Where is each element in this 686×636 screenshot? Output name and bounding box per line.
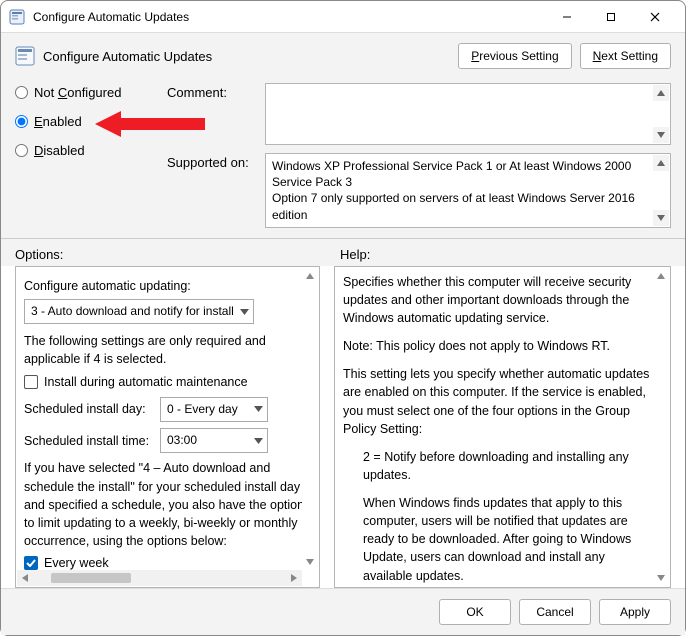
scheduled-day-label: Scheduled install day:: [24, 400, 152, 418]
state-radio-group: Not Configured Enabled Disabled: [15, 83, 155, 238]
comment-textarea[interactable]: [265, 83, 671, 145]
chevron-down-icon: [240, 309, 249, 315]
titlebar: Configure Automatic Updates: [1, 1, 685, 33]
help-text: 2 = Notify before downloading and instal…: [343, 448, 650, 484]
options-heading: Configure automatic updating:: [24, 277, 311, 295]
help-text: Note: This policy does not apply to Wind…: [343, 337, 650, 355]
options-pane: Configure automatic updating: 3 - Auto d…: [15, 266, 320, 588]
help-pane: Specifies whether this computer will rec…: [334, 266, 671, 588]
minimize-button[interactable]: [545, 2, 589, 32]
help-text: Specifies whether this computer will rec…: [343, 273, 650, 327]
options-note2: If you have selected "4 – Auto download …: [24, 459, 311, 550]
scheduled-time-select[interactable]: 03:00: [160, 428, 268, 453]
scroll-up-icon[interactable]: [653, 155, 669, 171]
apply-button[interactable]: Apply: [599, 599, 671, 625]
scroll-right-icon[interactable]: [286, 570, 302, 586]
chevron-down-icon: [254, 438, 263, 444]
options-note: The following settings are only required…: [24, 332, 311, 368]
comment-label: Comment:: [167, 83, 257, 145]
policy-icon: [15, 46, 35, 66]
scroll-down-icon[interactable]: [653, 570, 669, 586]
radio-disabled[interactable]: Disabled: [15, 143, 155, 158]
scheduled-day-select[interactable]: 0 - Every day: [160, 397, 268, 422]
scroll-up-icon[interactable]: [302, 268, 318, 284]
update-mode-select[interactable]: 3 - Auto download and notify for install: [24, 299, 254, 324]
scroll-down-icon[interactable]: [653, 127, 669, 143]
scroll-left-icon[interactable]: [17, 570, 33, 586]
maximize-button[interactable]: [589, 2, 633, 32]
next-setting-button[interactable]: Next Setting: [580, 43, 671, 69]
scroll-up-icon[interactable]: [653, 268, 669, 284]
options-label: Options:: [15, 247, 320, 262]
close-button[interactable]: [633, 2, 677, 32]
ok-button[interactable]: OK: [439, 599, 511, 625]
options-horizontal-scrollbar[interactable]: [17, 570, 302, 586]
previous-setting-button[interactable]: Previous Setting: [458, 43, 571, 69]
scroll-down-icon[interactable]: [302, 554, 318, 570]
supported-on-label: Supported on:: [167, 153, 257, 228]
chevron-down-icon: [254, 406, 263, 412]
header-title: Configure Automatic Updates: [43, 49, 450, 64]
help-vertical-scrollbar[interactable]: [653, 268, 669, 586]
help-text: This setting lets you specify whether au…: [343, 365, 650, 438]
help-label: Help:: [340, 247, 370, 262]
app-icon: [9, 9, 25, 25]
radio-enabled[interactable]: Enabled: [15, 114, 155, 129]
scrollbar-thumb[interactable]: [51, 573, 131, 583]
window-title: Configure Automatic Updates: [33, 10, 545, 24]
scroll-down-icon[interactable]: [653, 210, 669, 226]
install-during-maintenance-checkbox[interactable]: Install during automatic maintenance: [24, 373, 311, 391]
supported-on-text: Windows XP Professional Service Pack 1 o…: [265, 153, 671, 228]
help-text: When Windows finds updates that apply to…: [343, 494, 650, 585]
radio-not-configured[interactable]: Not Configured: [15, 85, 155, 100]
scheduled-time-label: Scheduled install time:: [24, 432, 152, 450]
scroll-up-icon[interactable]: [653, 85, 669, 101]
cancel-button[interactable]: Cancel: [519, 599, 591, 625]
options-vertical-scrollbar[interactable]: [302, 268, 318, 570]
